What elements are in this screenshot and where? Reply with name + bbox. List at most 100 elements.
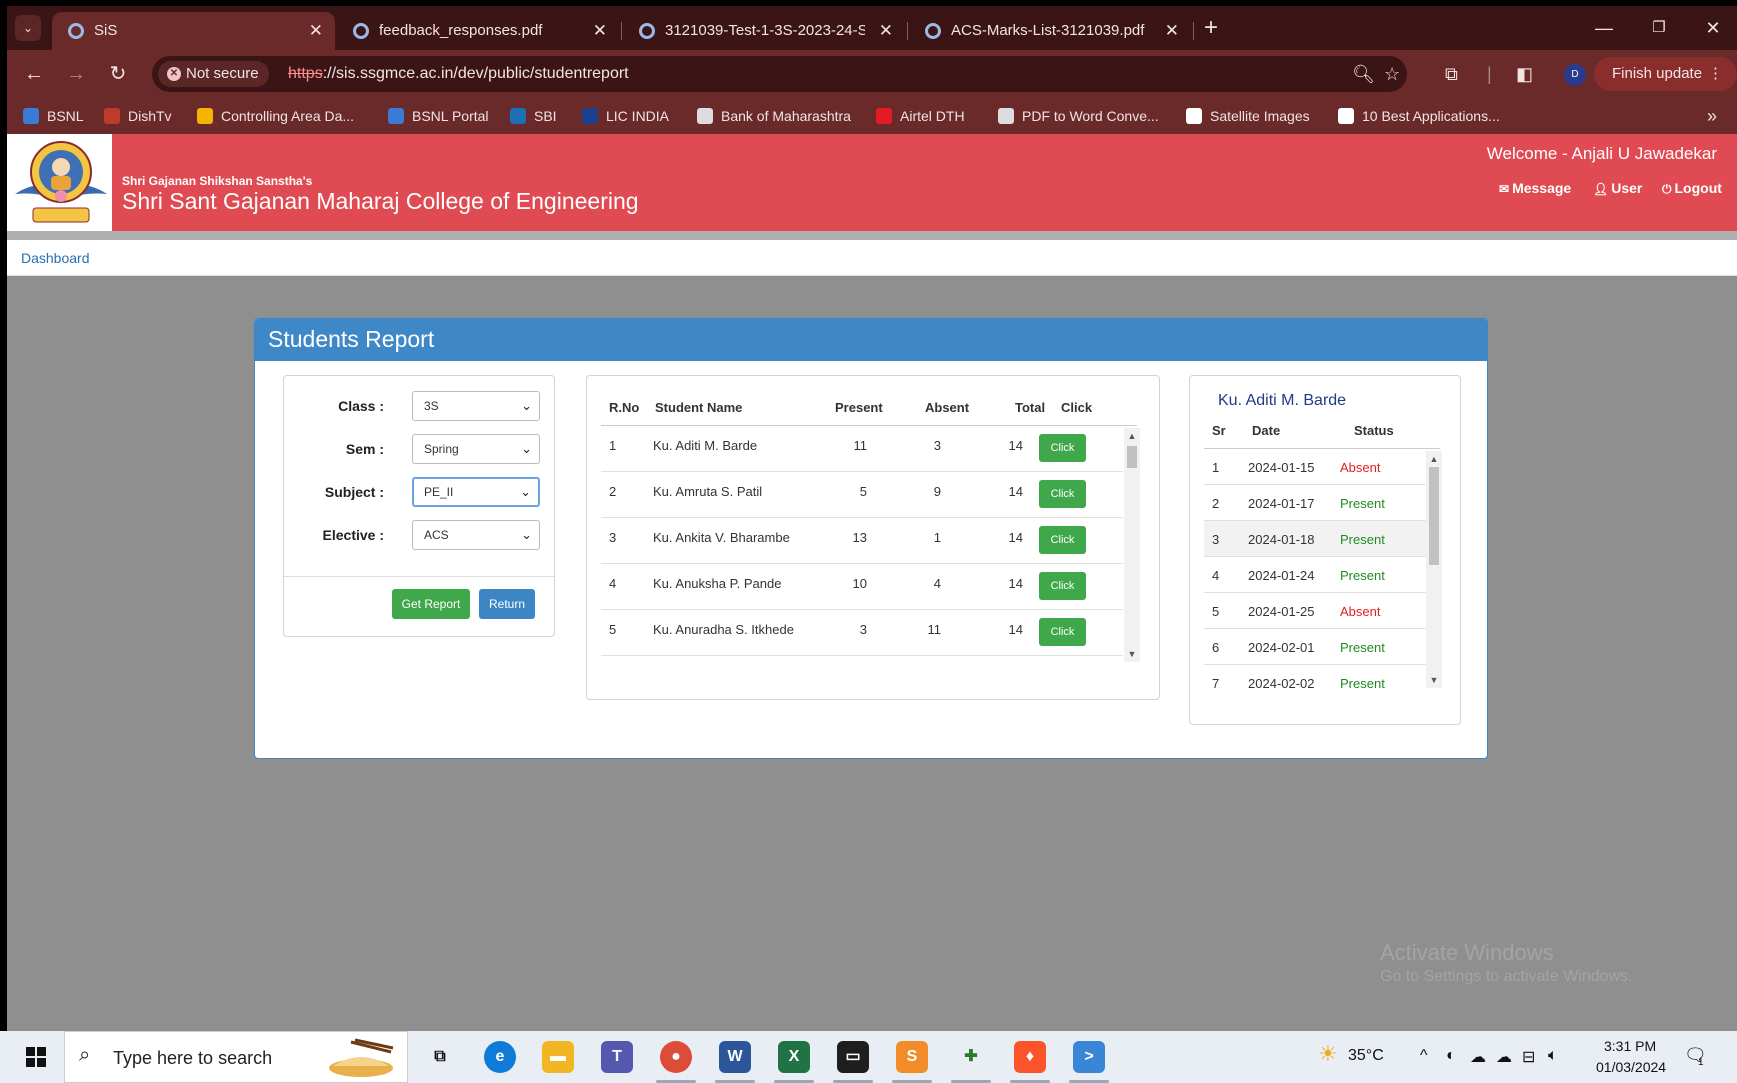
total-count: 14: [1008, 484, 1023, 499]
bookmark-bsnl-portal[interactable]: BSNL Portal: [388, 98, 489, 134]
site-header: Shri Gajanan Shikshan Sanstha's Shri San…: [7, 134, 1737, 231]
bookmark-10-best-apps[interactable]: 10 Best Applications...: [1338, 98, 1500, 134]
zoom-icon[interactable]: 🔍︎: [1352, 62, 1375, 86]
back-arrow-icon[interactable]: ←: [19, 60, 49, 88]
bookmark-star-icon[interactable]: ☆: [1384, 62, 1400, 86]
get-report-button[interactable]: Get Report: [392, 589, 470, 619]
attendance-row: 2 2024-01-17 Present: [1204, 485, 1426, 521]
close-tab-icon[interactable]: ✕: [309, 12, 323, 50]
form-divider: [284, 576, 554, 577]
url-text[interactable]: https://sis.ssgmce.ac.in/dev/public/stud…: [288, 56, 629, 92]
view-attendance-button[interactable]: Click: [1039, 572, 1086, 600]
bookmark-dishtv[interactable]: DishTv: [104, 98, 172, 134]
scroll-down-icon[interactable]: ▼: [1124, 648, 1140, 660]
bookmark-pdf-to-word[interactable]: PDF to Word Conve...: [998, 98, 1159, 134]
tab-search-button[interactable]: ⌄: [15, 15, 41, 41]
bookmark-lic-india[interactable]: LIC INDIA: [582, 98, 669, 134]
bookmark-bsnl[interactable]: BSNL: [23, 98, 84, 134]
scroll-up-icon[interactable]: ▲: [1124, 430, 1140, 442]
view-attendance-button[interactable]: Click: [1039, 618, 1086, 646]
task-view-icon[interactable]: ⧉: [424, 1041, 456, 1073]
bookmarks-overflow-icon[interactable]: »: [1707, 98, 1717, 134]
file-explorer-icon[interactable]: ▬: [542, 1041, 574, 1073]
bookmark-bank-of-maharashtra[interactable]: Bank of Maharashtra: [697, 98, 851, 134]
attendance-status: Absent: [1340, 604, 1381, 619]
powershell-icon[interactable]: >: [1073, 1041, 1105, 1073]
word-icon[interactable]: W: [719, 1041, 751, 1073]
close-tab-icon[interactable]: ✕: [1165, 12, 1179, 50]
windows-taskbar: ⌕ Type here to search ⧉ e ▬ T ● W X ▭ S …: [0, 1031, 1737, 1083]
restore-icon[interactable]: ❐: [1639, 14, 1679, 42]
installer-icon[interactable]: ✚: [955, 1041, 987, 1073]
excel-icon[interactable]: X: [778, 1041, 810, 1073]
scroll-up-icon[interactable]: ▲: [1426, 453, 1442, 465]
bookmark-sbi[interactable]: SBI: [510, 98, 557, 134]
tab-acs-marks-list[interactable]: ACS-Marks-List-3121039.pdf ✕: [909, 12, 1191, 50]
network-icon[interactable]: ⊟: [1522, 1047, 1535, 1067]
scrollbar-thumb[interactable]: [1429, 467, 1439, 565]
present-count: 11: [853, 438, 868, 453]
view-attendance-button[interactable]: Click: [1039, 434, 1086, 462]
breadcrumb-dashboard[interactable]: Dashboard: [21, 250, 90, 266]
subject-select[interactable]: PE_II ⌄: [412, 477, 540, 507]
view-attendance-button[interactable]: Click: [1039, 480, 1086, 508]
logout-link[interactable]: ⏻ Logout: [1662, 180, 1722, 197]
attendance-status: Present: [1340, 496, 1385, 511]
clock-time[interactable]: 3:31 PM: [1604, 1038, 1656, 1054]
bookmark-controlling-area[interactable]: Controlling Area Da...: [197, 98, 354, 134]
forward-arrow-icon[interactable]: →: [61, 60, 91, 88]
tray-overflow-icon[interactable]: ^: [1420, 1047, 1428, 1065]
profile-avatar[interactable]: D: [1564, 64, 1586, 86]
attendance-status: Present: [1340, 532, 1385, 547]
sem-label: Sem :: [345, 441, 384, 457]
user-icon: 👤︎: [1593, 182, 1609, 196]
clock-date[interactable]: 01/03/2024: [1596, 1059, 1666, 1075]
chrome-icon[interactable]: ●: [660, 1041, 692, 1073]
scroll-down-icon[interactable]: ▼: [1426, 674, 1442, 686]
minimize-icon[interactable]: —: [1584, 14, 1624, 42]
close-window-icon[interactable]: ✕: [1693, 14, 1733, 42]
brave-icon[interactable]: ♦: [1014, 1041, 1046, 1073]
windows-start-icon[interactable]: [26, 1047, 46, 1067]
edge-icon[interactable]: e: [484, 1041, 516, 1073]
side-panel-icon[interactable]: ◧: [1516, 62, 1533, 86]
cloud-sync-icon[interactable]: ☁: [1496, 1047, 1512, 1067]
class-select[interactable]: 3S ⌄: [412, 391, 540, 421]
security-chip[interactable]: ✕ Not secure: [158, 61, 269, 87]
terminal-icon[interactable]: ▭: [837, 1041, 869, 1073]
return-button[interactable]: Return: [479, 589, 535, 619]
weather-temperature[interactable]: 35°C: [1348, 1047, 1384, 1065]
sem-select[interactable]: Spring ⌄: [412, 434, 540, 464]
extensions-icon[interactable]: ⧉: [1445, 62, 1458, 86]
close-tab-icon[interactable]: ✕: [879, 12, 893, 50]
bookmark-label: BSNL: [47, 108, 84, 124]
attendance-date: 2024-02-02: [1248, 676, 1315, 691]
scrollbar-thumb[interactable]: [1127, 446, 1137, 468]
total-count: 14: [1008, 438, 1023, 453]
weather-icon[interactable]: ☀: [1318, 1041, 1338, 1067]
onedrive-icon[interactable]: ☁: [1470, 1047, 1486, 1067]
new-tab-button[interactable]: +: [1204, 14, 1218, 42]
message-link[interactable]: ✉ Message: [1499, 180, 1571, 196]
class-row: Class : 3S ⌄: [284, 391, 554, 421]
meet-now-icon[interactable]: ◐: [1446, 1047, 1456, 1065]
reload-icon[interactable]: ↻: [103, 60, 133, 88]
finish-update-button[interactable]: Finish update ⋮: [1594, 57, 1737, 91]
attendance-scrollbar[interactable]: ▲ ▼: [1426, 451, 1442, 688]
view-attendance-button[interactable]: Click: [1039, 526, 1086, 554]
bookmark-airtel-dth[interactable]: Airtel DTH: [876, 98, 965, 134]
volume-icon[interactable]: 🔈︎: [1548, 1047, 1558, 1065]
students-scrollbar[interactable]: ▲ ▼: [1124, 428, 1140, 662]
tab-test-pdf[interactable]: 3121039-Test-1-3S-2023-24-Sp ✕: [623, 12, 905, 50]
col-absent: Absent: [925, 400, 970, 415]
user-link[interactable]: 👤︎ User: [1593, 180, 1642, 196]
address-bar[interactable]: ✕ Not secure https://sis.ssgmce.ac.in/de…: [152, 56, 1407, 92]
taskbar-search[interactable]: ⌕ Type here to search: [64, 1031, 408, 1083]
bookmark-satellite-images[interactable]: Satellite Images: [1186, 98, 1310, 134]
tab-sis[interactable]: SiS ✕: [52, 12, 335, 50]
sublime-text-icon[interactable]: S: [896, 1041, 928, 1073]
close-tab-icon[interactable]: ✕: [593, 12, 607, 50]
tab-feedback-responses[interactable]: feedback_responses.pdf ✕: [337, 12, 619, 50]
elective-select[interactable]: ACS ⌄: [412, 520, 540, 550]
teams-icon[interactable]: T: [601, 1041, 633, 1073]
